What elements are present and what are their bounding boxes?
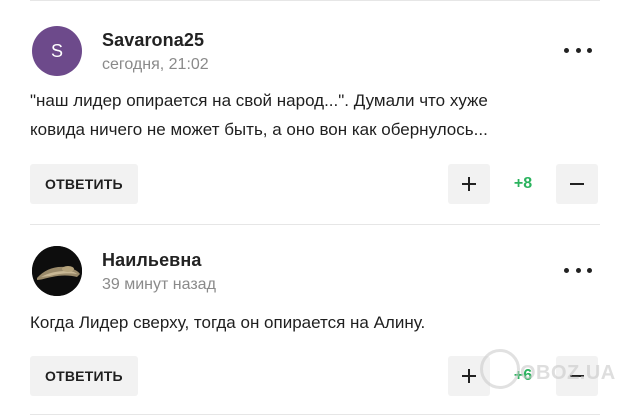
avatar-letter: S: [50, 40, 63, 61]
comment-text: Когда Лидер сверху, тогда он опирается н…: [30, 308, 590, 337]
avatar[interactable]: [32, 246, 82, 296]
comment-item: Наильевна 39 минут назад Когда Лидер све…: [30, 224, 600, 417]
downvote-button[interactable]: [556, 164, 598, 204]
comment-item: S Savarona25 сегодня, 21:02 "наш лидер о…: [30, 0, 600, 215]
bottom-divider: [30, 414, 600, 415]
comment-score: +8: [513, 175, 533, 192]
user-photo-avatar-icon: [32, 246, 82, 296]
reply-button[interactable]: ОТВЕТИТЬ: [30, 356, 138, 396]
comment-text-line: ковида ничего не может быть, а оно вон к…: [30, 120, 488, 139]
more-options-icon[interactable]: [564, 40, 592, 60]
comment-text-line: "наш лидер опирается на свой народ...". …: [30, 91, 488, 110]
more-options-icon[interactable]: [564, 260, 592, 280]
reply-button[interactable]: ОТВЕТИТЬ: [30, 164, 138, 204]
comment-timestamp: 39 минут назад: [102, 276, 216, 293]
watermark-logo-icon: [480, 349, 520, 389]
comment-timestamp: сегодня, 21:02: [102, 56, 209, 73]
comment-author[interactable]: Наильевна: [102, 250, 201, 271]
comment-author[interactable]: Savarona25: [102, 30, 204, 51]
comment-text-line: Когда Лидер сверху, тогда он опирается н…: [30, 313, 426, 332]
plus-icon: [462, 177, 476, 191]
comment-text: "наш лидер опирается на свой народ...". …: [30, 86, 590, 144]
avatar[interactable]: S: [32, 26, 82, 76]
upvote-button[interactable]: [448, 164, 490, 204]
minus-icon: [570, 183, 584, 185]
watermark-text: OBOZ.UA: [520, 362, 616, 384]
plus-icon: [462, 369, 476, 383]
